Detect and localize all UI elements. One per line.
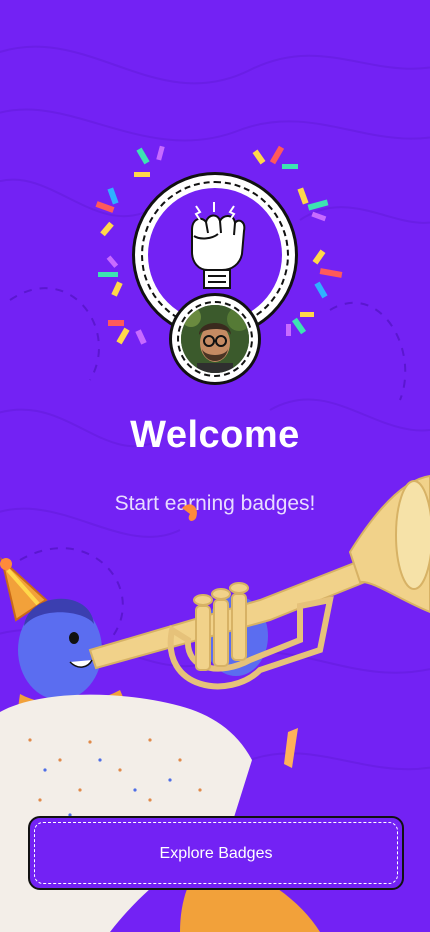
explore-badges-label: Explore Badges [159, 845, 273, 862]
avatar [181, 305, 249, 373]
profile-avatar [181, 305, 249, 373]
explore-badges-button[interactable]: Explore Badges [28, 816, 404, 890]
welcome-title: Welcome [130, 414, 300, 456]
raised-fist-icon [191, 202, 246, 289]
